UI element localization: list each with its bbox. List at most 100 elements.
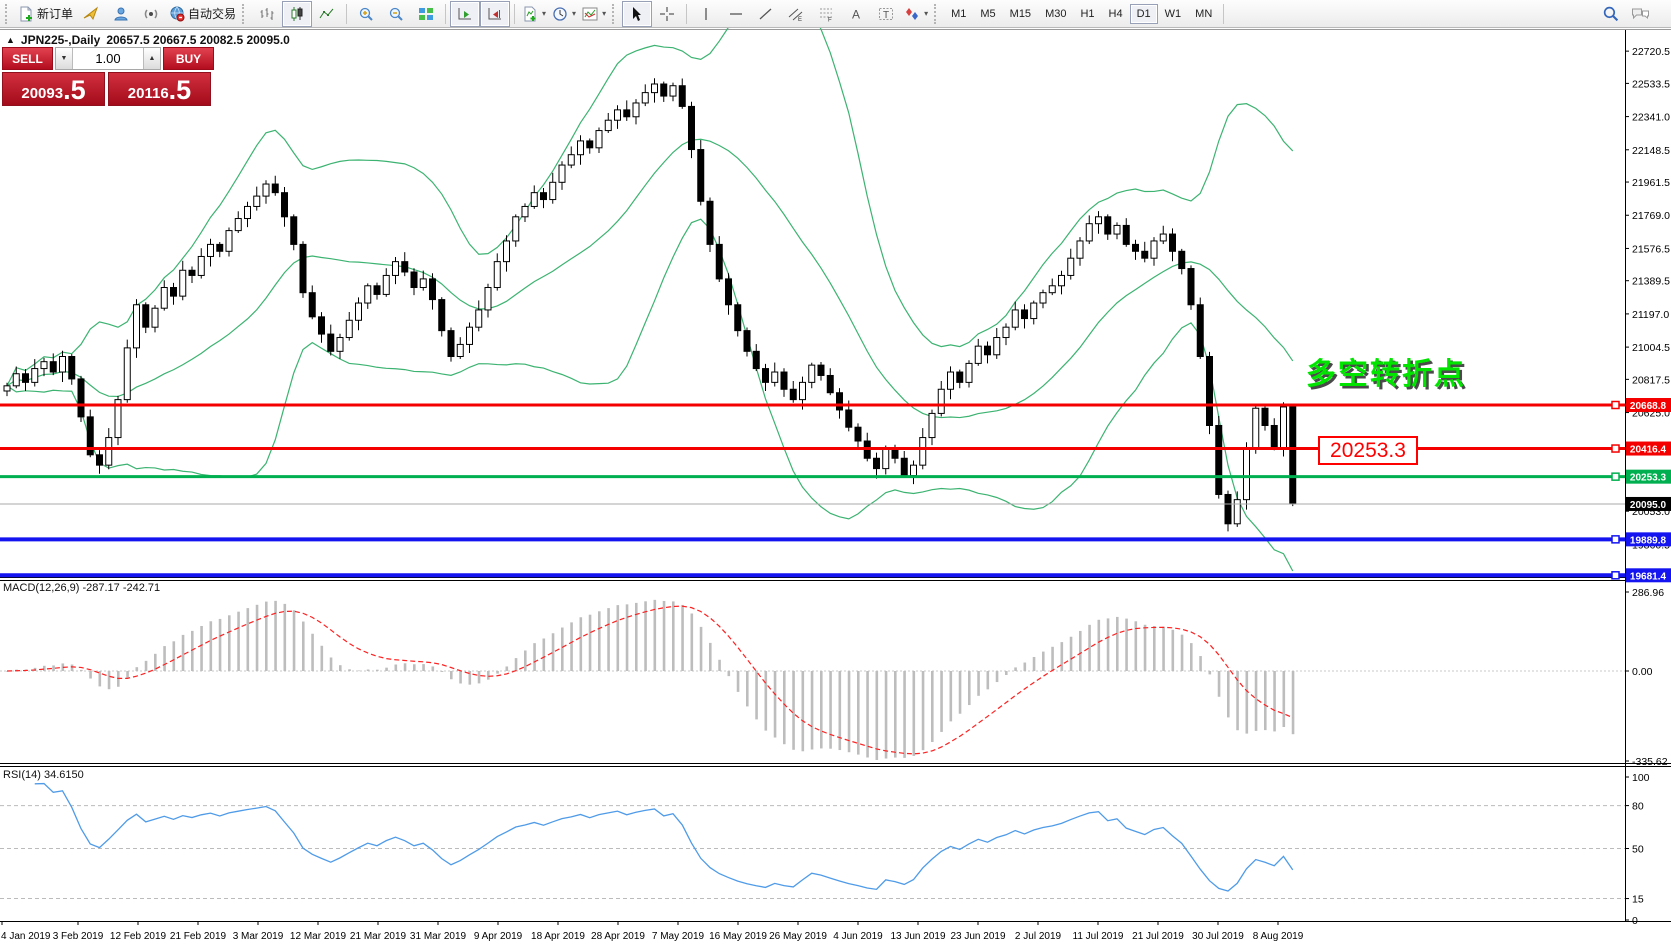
candle-body — [855, 427, 861, 441]
signals-button[interactable] — [136, 1, 166, 27]
timeframe-h4[interactable]: H4 — [1102, 4, 1130, 24]
vertical-line-tool-button[interactable] — [691, 1, 721, 27]
buy-price-tile[interactable]: 20116 .5 — [108, 72, 211, 106]
auto-scroll-button[interactable] — [450, 1, 480, 27]
indicators-button[interactable]: ▾ — [519, 1, 549, 27]
price-level-marker[interactable] — [1612, 402, 1619, 409]
date-axis-label[interactable]: 16 May 2019 — [709, 931, 767, 942]
candle-body — [1244, 448, 1250, 500]
turning-point-annotation[interactable]: 多空转折点 — [1306, 349, 1466, 393]
toolbar-grip[interactable] — [934, 4, 941, 24]
timeframe-m5[interactable]: M5 — [973, 4, 1002, 24]
date-axis-label[interactable]: 26 May 2019 — [769, 931, 827, 942]
toolbar-grip[interactable] — [5, 4, 12, 24]
autotrading-button[interactable]: 自动交易 — [166, 1, 239, 27]
toolbar-grip[interactable] — [242, 4, 249, 24]
sell-price-tile[interactable]: 20093 .5 — [2, 72, 105, 106]
candlestick-chart-button[interactable] — [282, 1, 312, 27]
timeframe-d1[interactable]: D1 — [1130, 4, 1158, 24]
chart-canvas[interactable]: 22720.522533.522341.022148.521961.521769… — [0, 0, 1671, 946]
zoom-out-button[interactable] — [381, 1, 411, 27]
price-level-marker[interactable] — [1612, 536, 1619, 543]
timeframe-mn[interactable]: MN — [1188, 4, 1219, 24]
candle-body — [985, 346, 991, 355]
fibonacci-tool-button[interactable]: F — [811, 1, 841, 27]
candle-body — [1253, 408, 1259, 448]
price-level-marker[interactable] — [1612, 572, 1619, 579]
candle-body — [726, 279, 732, 305]
timeframe-w1[interactable]: W1 — [1158, 4, 1189, 24]
date-axis-label[interactable]: 4 Jan 2019 — [1, 931, 51, 942]
one-click-collapse-toggle[interactable]: ▲ — [6, 35, 15, 45]
date-axis-label[interactable]: 21 Mar 2019 — [350, 931, 407, 942]
date-axis-label[interactable]: 4 Jun 2019 — [833, 931, 883, 942]
periods-button[interactable]: ▾ — [549, 1, 579, 27]
macd-histogram-bar — [80, 670, 83, 671]
date-axis-label[interactable]: 31 Mar 2019 — [410, 931, 467, 942]
date-axis-label[interactable]: 30 Jul 2019 — [1192, 931, 1244, 942]
bar-chart-button[interactable] — [252, 1, 282, 27]
volume-increase-button[interactable]: ▲ — [143, 48, 160, 69]
toolbar-grip[interactable] — [612, 4, 619, 24]
date-axis-label[interactable]: 7 May 2019 — [652, 931, 705, 942]
price-level-marker[interactable] — [1612, 473, 1619, 480]
date-axis-label[interactable]: 12 Feb 2019 — [110, 931, 167, 942]
zoom-in-button[interactable] — [351, 1, 381, 27]
date-axis-label[interactable]: 13 Jun 2019 — [890, 931, 945, 942]
text-label-tool-button[interactable]: T — [871, 1, 901, 27]
date-axis-label[interactable]: 21 Feb 2019 — [170, 931, 227, 942]
cursor-tool-button[interactable] — [622, 1, 652, 27]
timeframe-m30[interactable]: M30 — [1038, 4, 1073, 24]
date-axis-label[interactable]: 23 Jun 2019 — [950, 931, 1005, 942]
volume-input[interactable]: 1.00 — [73, 48, 143, 69]
date-axis-label[interactable]: 9 Apr 2019 — [474, 931, 523, 942]
date-axis-label[interactable]: 12 Mar 2019 — [290, 931, 347, 942]
date-axis-label[interactable]: 28 Apr 2019 — [591, 931, 645, 942]
date-axis-label[interactable]: 11 Jul 2019 — [1073, 931, 1124, 942]
candle-body — [596, 131, 602, 148]
trendline-tool-button[interactable] — [751, 1, 781, 27]
macd-histogram-bar — [1079, 631, 1082, 671]
date-axis-label[interactable]: 18 Apr 2019 — [531, 931, 585, 942]
macd-histogram-bar — [598, 611, 601, 671]
search-button[interactable] — [1595, 1, 1625, 27]
candle-body — [420, 279, 426, 288]
tile-windows-button[interactable] — [411, 1, 441, 27]
timeframe-m15[interactable]: M15 — [1003, 4, 1038, 24]
chart-shift-button[interactable] — [480, 1, 510, 27]
macd-histogram-bar — [857, 671, 860, 755]
templates-button[interactable]: ▾ — [579, 1, 609, 27]
text-tool-button[interactable]: A — [841, 1, 871, 27]
candle-body — [1281, 407, 1287, 448]
price-axis-tick: 22720.5 — [1632, 46, 1670, 58]
new-order-button[interactable]: 新订单 — [15, 1, 76, 27]
volume-decrease-button[interactable]: ▼ — [56, 48, 73, 69]
date-axis-label[interactable]: 21 Jul 2019 — [1132, 931, 1184, 942]
timeframe-h1[interactable]: H1 — [1073, 4, 1101, 24]
candle-body — [309, 293, 315, 317]
buy-button[interactable]: BUY — [163, 47, 214, 70]
arrows-tool-button[interactable]: ▾ — [901, 1, 931, 27]
timeframe-m1[interactable]: M1 — [944, 4, 973, 24]
date-axis-label[interactable]: 8 Aug 2019 — [1253, 931, 1304, 942]
macd-histogram-bar — [552, 633, 555, 671]
sell-button[interactable]: SELL — [2, 47, 53, 70]
candle-body — [883, 448, 889, 469]
horizontal-line-tool-button[interactable] — [721, 1, 751, 27]
candle-body — [263, 184, 269, 196]
crosshair-tool-button[interactable] — [652, 1, 682, 27]
date-axis-label[interactable]: 2 Jul 2019 — [1015, 931, 1062, 942]
chat-button[interactable] — [1625, 1, 1655, 27]
date-axis-label[interactable]: 3 Mar 2019 — [233, 931, 284, 942]
gold-dart-button[interactable] — [76, 1, 106, 27]
macd-histogram-bar — [311, 634, 314, 671]
date-axis-label[interactable]: 3 Feb 2019 — [53, 931, 104, 942]
svg-text:19889.8: 19889.8 — [1630, 535, 1667, 546]
price-level-marker[interactable] — [1612, 445, 1619, 452]
rsi-axis-tick: 100 — [1632, 772, 1650, 784]
line-chart-button[interactable] — [312, 1, 342, 27]
svg-text:20095.0: 20095.0 — [1630, 500, 1667, 511]
price-annotation-box[interactable]: 20253.3 — [1318, 436, 1418, 465]
community-button[interactable] — [106, 1, 136, 27]
equidistant-channel-tool-button[interactable]: E — [781, 1, 811, 27]
